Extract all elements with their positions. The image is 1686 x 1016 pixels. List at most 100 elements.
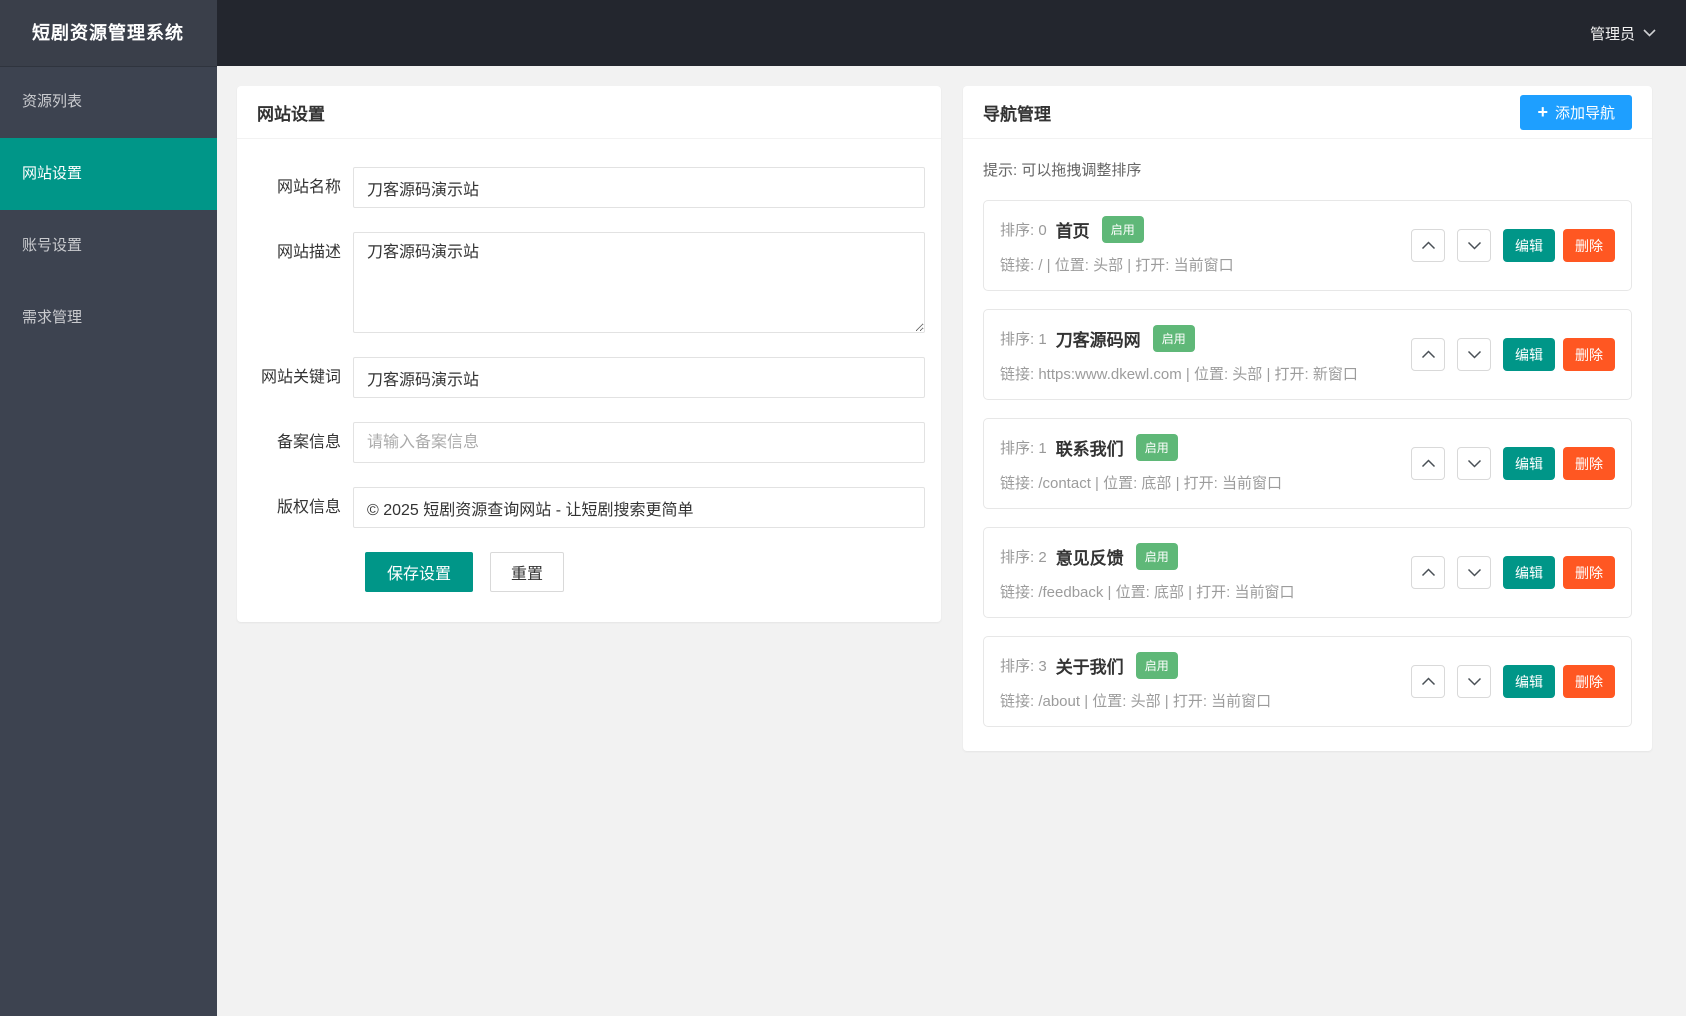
sidebar-item-account-settings[interactable]: 账号设置 <box>0 210 217 282</box>
site-keywords-label: 网站关键词 <box>260 369 341 386</box>
nav-meta: 链接: /about | 位置: 头部 | 打开: 当前窗口 <box>1000 693 1272 710</box>
form-row-site-description: 网站描述 <box>253 232 925 333</box>
topbar: 管理员 <box>0 0 1686 66</box>
site-settings-title: 网站设置 <box>257 104 325 124</box>
sidebar-item-resource-list[interactable]: 资源列表 <box>0 66 217 138</box>
move-down-button[interactable] <box>1457 556 1491 589</box>
nav-item-info: 排序: 1 联系我们 启用 链接: /contact | 位置: 底部 | 打开… <box>1000 434 1282 493</box>
user-name: 管理员 <box>1589 25 1635 43</box>
site-name-label: 网站名称 <box>276 179 341 196</box>
chevron-down-icon <box>1467 459 1482 468</box>
move-down-button[interactable] <box>1457 447 1491 480</box>
nav-name: 意见反馈 <box>1055 549 1124 568</box>
move-up-button[interactable] <box>1411 556 1445 589</box>
nav-item-actions: 编辑 删除 <box>1411 556 1615 589</box>
nav-sort-label: 排序: 1 <box>1000 440 1047 457</box>
status-badge: 启用 <box>1101 216 1144 243</box>
nav-manage-body: 提示: 可以拖拽调整排序 排序: 0 首页 启用 链接: / | 位置: 头部 … <box>963 139 1652 751</box>
chevron-down-icon <box>1467 677 1482 686</box>
delete-button[interactable]: 删除 <box>1563 229 1615 262</box>
form-row-site-keywords: 网站关键词 <box>253 357 925 398</box>
nav-item-title-row: 排序: 2 意见反馈 启用 <box>1000 543 1295 570</box>
nav-item-title-row: 排序: 1 刀客源码网 启用 <box>1000 325 1358 352</box>
edit-button[interactable]: 编辑 <box>1503 338 1555 371</box>
form-row-icp: 备案信息 <box>253 422 925 463</box>
nav-sort-label: 排序: 0 <box>1000 222 1047 239</box>
nav-item-dkewl[interactable]: 排序: 1 刀客源码网 启用 链接: https:www.dkewl.com |… <box>983 309 1632 400</box>
move-up-button[interactable] <box>1411 229 1445 262</box>
chevron-down-icon <box>1643 29 1656 37</box>
site-settings-form: 网站名称 网站描述 网站关键词 备案信息 版权信息 保存设置 重置 <box>237 139 941 622</box>
chevron-up-icon <box>1421 241 1436 250</box>
nav-item-about[interactable]: 排序: 3 关于我们 启用 链接: /about | 位置: 头部 | 打开: … <box>983 636 1632 727</box>
edit-button[interactable]: 编辑 <box>1503 447 1555 480</box>
edit-button[interactable]: 编辑 <box>1503 665 1555 698</box>
copyright-input[interactable] <box>353 487 925 528</box>
delete-button[interactable]: 删除 <box>1563 665 1615 698</box>
app-title: 短剧资源管理系统 <box>0 0 217 66</box>
chevron-up-icon <box>1421 568 1436 577</box>
chevron-down-icon <box>1467 241 1482 250</box>
nav-sort-label: 排序: 1 <box>1000 331 1047 348</box>
save-settings-button[interactable]: 保存设置 <box>365 552 474 592</box>
form-row-copyright: 版权信息 <box>253 487 925 528</box>
nav-item-contact[interactable]: 排序: 1 联系我们 启用 链接: /contact | 位置: 底部 | 打开… <box>983 418 1632 509</box>
move-down-button[interactable] <box>1457 665 1491 698</box>
chevron-up-icon <box>1421 677 1436 686</box>
chevron-down-icon <box>1467 350 1482 359</box>
nav-manage-card: 导航管理 + 添加导航 提示: 可以拖拽调整排序 排序: 0 首页 启用 链接:… <box>963 86 1652 751</box>
nav-item-title-row: 排序: 1 联系我们 启用 <box>1000 434 1282 461</box>
nav-item-actions: 编辑 删除 <box>1411 229 1615 262</box>
delete-button[interactable]: 删除 <box>1563 338 1615 371</box>
nav-item-actions: 编辑 删除 <box>1411 447 1615 480</box>
nav-name: 联系我们 <box>1055 440 1124 459</box>
nav-item-info: 排序: 0 首页 启用 链接: / | 位置: 头部 | 打开: 当前窗口 <box>1000 216 1234 275</box>
copyright-label: 版权信息 <box>276 499 341 516</box>
move-down-button[interactable] <box>1457 229 1491 262</box>
sidebar-item-site-settings[interactable]: 网站设置 <box>0 138 217 210</box>
site-description-label: 网站描述 <box>276 244 341 261</box>
icp-input[interactable] <box>353 422 925 463</box>
delete-button[interactable]: 删除 <box>1563 447 1615 480</box>
user-menu[interactable]: 管理员 <box>1590 23 1656 44</box>
sidebar-menu: 资源列表 网站设置 账号设置 需求管理 <box>0 66 217 354</box>
icp-label: 备案信息 <box>276 434 341 451</box>
site-name-input[interactable] <box>353 167 925 208</box>
move-down-button[interactable] <box>1457 338 1491 371</box>
move-up-button[interactable] <box>1411 338 1445 371</box>
nav-item-title-row: 排序: 0 首页 启用 <box>1000 216 1234 243</box>
nav-meta: 链接: https:www.dkewl.com | 位置: 头部 | 打开: 新… <box>1000 366 1358 383</box>
move-up-button[interactable] <box>1411 665 1445 698</box>
move-up-button[interactable] <box>1411 447 1445 480</box>
nav-name: 刀客源码网 <box>1055 331 1141 350</box>
reset-button[interactable]: 重置 <box>490 552 565 592</box>
status-badge: 启用 <box>1135 543 1178 570</box>
nav-name: 首页 <box>1055 222 1090 241</box>
nav-meta: 链接: /feedback | 位置: 底部 | 打开: 当前窗口 <box>1000 584 1295 601</box>
sidebar-item-demand-manage[interactable]: 需求管理 <box>0 282 217 354</box>
delete-button[interactable]: 删除 <box>1563 556 1615 589</box>
site-settings-header: 网站设置 <box>237 86 941 139</box>
form-actions: 保存设置 重置 <box>365 552 925 592</box>
nav-meta: 链接: /contact | 位置: 底部 | 打开: 当前窗口 <box>1000 475 1282 492</box>
nav-item-home[interactable]: 排序: 0 首页 启用 链接: / | 位置: 头部 | 打开: 当前窗口 编辑… <box>983 200 1632 291</box>
site-description-textarea[interactable] <box>353 232 925 333</box>
plus-icon: + <box>1537 102 1548 122</box>
nav-sort-label: 排序: 2 <box>1000 549 1047 566</box>
edit-button[interactable]: 编辑 <box>1503 556 1555 589</box>
nav-sort-label: 排序: 3 <box>1000 658 1047 675</box>
edit-button[interactable]: 编辑 <box>1503 229 1555 262</box>
nav-meta: 链接: / | 位置: 头部 | 打开: 当前窗口 <box>1000 257 1234 274</box>
status-badge: 启用 <box>1135 652 1178 679</box>
nav-item-actions: 编辑 删除 <box>1411 338 1615 371</box>
sidebar: 短剧资源管理系统 资源列表 网站设置 账号设置 需求管理 <box>0 0 217 1016</box>
add-nav-button[interactable]: + 添加导航 <box>1520 94 1632 130</box>
nav-manage-header: 导航管理 + 添加导航 <box>963 86 1652 139</box>
nav-item-info: 排序: 3 关于我们 启用 链接: /about | 位置: 头部 | 打开: … <box>1000 652 1271 711</box>
nav-item-title-row: 排序: 3 关于我们 启用 <box>1000 652 1271 679</box>
status-badge: 启用 <box>1135 434 1178 461</box>
site-keywords-input[interactable] <box>353 357 925 398</box>
nav-item-feedback[interactable]: 排序: 2 意见反馈 启用 链接: /feedback | 位置: 底部 | 打… <box>983 527 1632 618</box>
nav-name: 关于我们 <box>1055 658 1124 677</box>
chevron-up-icon <box>1421 350 1436 359</box>
